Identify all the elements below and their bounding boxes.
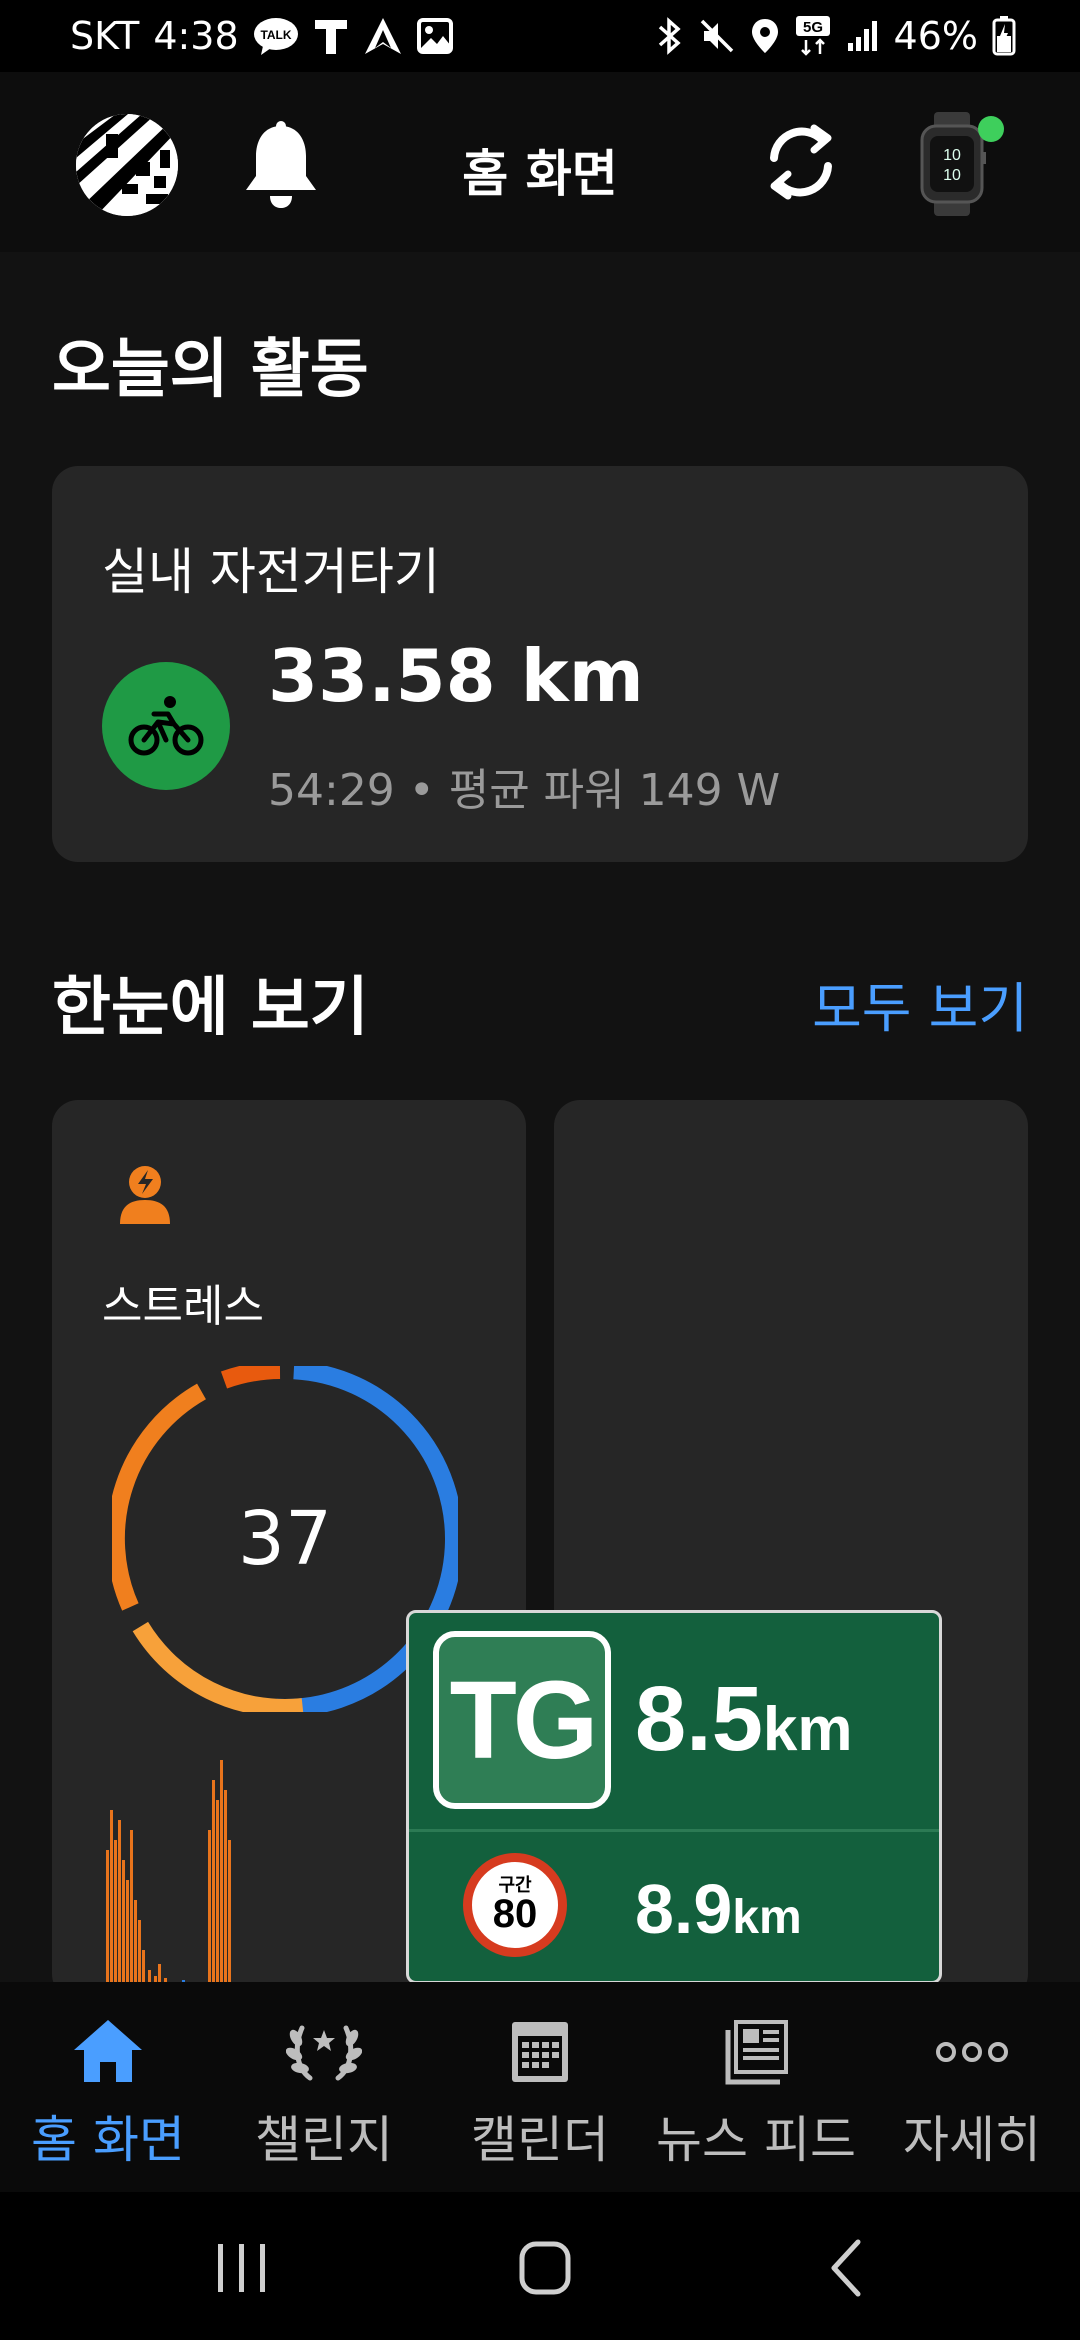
status-right: 5G 46%: [656, 14, 1016, 58]
nav-more[interactable]: 자세히: [864, 1982, 1080, 2192]
watch-device-icon[interactable]: 10 10: [918, 112, 986, 216]
clock: 4:38: [153, 14, 239, 58]
stress-icon: [116, 1162, 174, 1226]
app-bar: 홈 화면 10 10: [0, 72, 1080, 252]
recent-apps-icon[interactable]: [202, 2236, 282, 2300]
stress-label: 스트레스: [102, 1281, 264, 1332]
status-bar: SKT 4:38 TALK 5G 46%: [0, 0, 1080, 72]
laurel-icon: [286, 2025, 362, 2081]
signal-icon: [846, 19, 880, 53]
carrier-label: SKT: [70, 14, 140, 58]
activity-details: 54:29 • 평균 파워 149 W: [268, 765, 781, 816]
home-icon: [74, 2020, 142, 2082]
kakaotalk-icon: TALK: [253, 16, 299, 56]
activity-distance: 33.58 km: [268, 634, 644, 718]
nav-newsfeed-label: 뉴스 피드: [656, 2111, 856, 2169]
nav-more-label: 자세히: [903, 2111, 1041, 2169]
nav-newsfeed[interactable]: 뉴스 피드: [648, 1982, 864, 2192]
nav-home-label: 홈 화면: [31, 2111, 185, 2169]
activity-card[interactable]: 실내 자전거타기 33.58 km 54:29 • 평균 파워 149 W: [52, 466, 1028, 862]
bottom-navigation: 홈 화면 챌린지 캘린더 뉴스 피드 자세히: [0, 1982, 1080, 2192]
system-navigation-bar: [0, 2192, 1080, 2340]
activity-name: 실내 자전거타기: [102, 543, 440, 601]
nav-calendar[interactable]: 캘린더: [432, 1982, 648, 2192]
zone-distance-value: 8.9: [635, 1870, 733, 1948]
bluetooth-icon: [656, 17, 684, 55]
status-left: SKT 4:38 TALK: [70, 14, 453, 58]
home-button-icon[interactable]: [504, 2236, 584, 2300]
tmap-icon: [313, 16, 349, 56]
nav-home[interactable]: 홈 화면: [0, 1982, 216, 2192]
overlay-divider: [409, 1829, 939, 1832]
device-connected-indicator: [978, 116, 1004, 142]
gallery-icon: [416, 18, 453, 54]
zone-distance: 8.9km: [635, 1869, 802, 1949]
nav-challenge-label: 챌린지: [255, 2111, 393, 2169]
location-icon: [750, 17, 780, 55]
section-speed-limit-sign: 구간 80: [463, 1853, 567, 1957]
newsfeed-icon: [725, 2020, 788, 2085]
glance-heading: 한눈에 보기: [52, 971, 369, 1045]
see-all-link[interactable]: 모두 보기: [812, 964, 1028, 1043]
navigation-overlay[interactable]: TG 8.5km 구간 80 8.9km: [406, 1610, 942, 1984]
mute-icon: [698, 17, 736, 55]
svg-text:10: 10: [943, 167, 961, 184]
cycling-icon: [102, 662, 230, 790]
network-type-text: 5G: [803, 19, 823, 36]
talk-badge-text: TALK: [260, 28, 291, 42]
zone-distance-unit: km: [732, 1891, 802, 1944]
nav-challenge[interactable]: 챌린지: [216, 1982, 432, 2192]
tollgate-sign: TG: [433, 1631, 611, 1809]
today-activity-heading: 오늘의 활동: [52, 333, 369, 407]
navigation-app-icon: [363, 16, 403, 56]
battery-charging-icon: [992, 16, 1016, 56]
tollgate-distance-unit: km: [762, 1695, 853, 1764]
more-icon: [936, 2042, 1008, 2062]
calendar-icon: [512, 2022, 568, 2082]
network-5g-icon: 5G: [794, 16, 832, 56]
nav-calendar-label: 캘린더: [471, 2111, 609, 2169]
sync-icon[interactable]: [760, 112, 842, 212]
svg-text:10: 10: [943, 147, 961, 164]
tollgate-distance: 8.5km: [635, 1667, 853, 1772]
battery-percent: 46%: [893, 14, 978, 58]
tollgate-distance-value: 8.5: [635, 1668, 763, 1770]
speed-limit-value: 80: [492, 1892, 538, 1936]
back-icon[interactable]: [808, 2236, 888, 2300]
